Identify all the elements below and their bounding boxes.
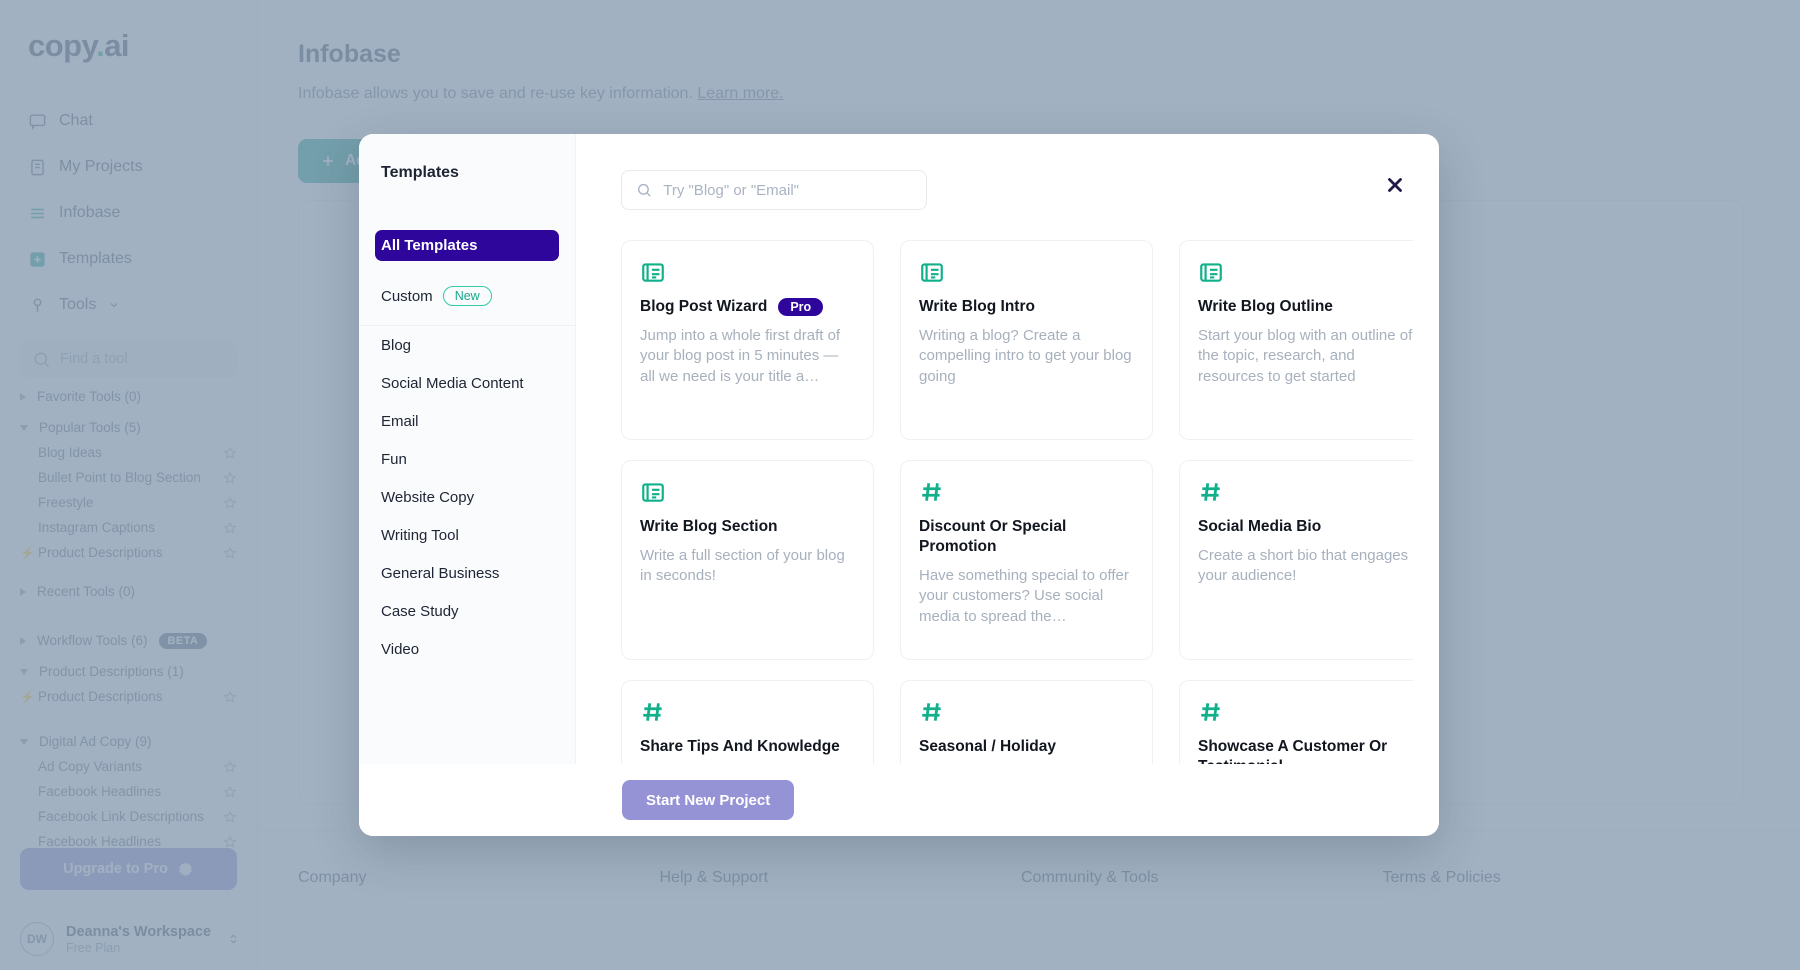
category-email[interactable]: Email (359, 402, 575, 440)
template-title: Showcase A Customer Or Testimonial (1198, 737, 1413, 764)
category-label: Custom (381, 288, 433, 305)
category-label: Email (381, 413, 419, 430)
category-video[interactable]: Video (359, 630, 575, 668)
template-title: Write Blog Intro (919, 297, 1035, 317)
template-grid: Blog Post Wizard Pro Jump into a whole f… (621, 240, 1413, 764)
template-description: Start your blog with an outline of the t… (1198, 326, 1413, 388)
category-website-copy[interactable]: Website Copy (359, 478, 575, 516)
category-case-study[interactable]: Case Study (359, 592, 575, 630)
category-writing-tool[interactable]: Writing Tool (359, 516, 575, 554)
new-badge: New (443, 286, 492, 306)
category-general-business[interactable]: General Business (359, 554, 575, 592)
category-label: General Business (381, 565, 499, 582)
article-icon (1198, 259, 1224, 285)
category-label: All Templates (381, 237, 477, 254)
start-new-project-button[interactable]: Start New Project (622, 780, 794, 820)
category-blog[interactable]: Blog (359, 326, 575, 364)
template-title: Share Tips And Knowledge (640, 737, 840, 757)
category-label: Writing Tool (381, 527, 459, 544)
template-card[interactable]: Showcase A Customer Or Testimonial (1179, 680, 1413, 764)
modal-body: Blog Post Wizard Pro Jump into a whole f… (576, 134, 1439, 836)
template-description: Have something special to offer your cus… (919, 566, 1134, 628)
template-title: Write Blog Section (640, 517, 778, 537)
template-card[interactable]: Discount Or Special Promotion Have somet… (900, 460, 1153, 660)
category-custom[interactable]: Custom New (359, 286, 575, 306)
templates-modal: Templates All Templates Custom New Blog … (359, 134, 1439, 836)
category-label: Social Media Content (381, 375, 524, 392)
category-social-media-content[interactable]: Social Media Content (359, 364, 575, 402)
template-card[interactable]: Share Tips And Knowledge (621, 680, 874, 764)
category-label: Blog (381, 337, 411, 354)
hash-icon (1198, 479, 1224, 505)
template-title: Write Blog Outline (1198, 297, 1333, 317)
close-icon (1384, 174, 1406, 196)
category-label: Video (381, 641, 419, 658)
close-modal-button[interactable] (1381, 171, 1409, 199)
template-title: Blog Post Wizard (640, 297, 767, 317)
modal-title: Templates (359, 164, 575, 182)
template-title: Social Media Bio (1198, 517, 1321, 537)
hash-icon (919, 479, 945, 505)
category-all-templates[interactable]: All Templates (375, 230, 559, 261)
article-icon (640, 259, 666, 285)
template-description: Create a short bio that engages your aud… (1198, 546, 1413, 587)
modal-footer: Start New Project (359, 764, 1439, 836)
category-fun[interactable]: Fun (359, 440, 575, 478)
template-card[interactable]: Write Blog Outline Start your blog with … (1179, 240, 1413, 440)
category-label: Website Copy (381, 489, 474, 506)
hash-icon (919, 699, 945, 725)
screen: copy.ai Chat My Projects Infobase Temp (0, 0, 1800, 970)
template-card[interactable]: Blog Post Wizard Pro Jump into a whole f… (621, 240, 874, 440)
hash-icon (640, 699, 666, 725)
template-grid-viewport[interactable]: Blog Post Wizard Pro Jump into a whole f… (621, 240, 1413, 764)
hash-icon (1198, 699, 1224, 725)
template-card[interactable]: Write Blog Intro Writing a blog? Create … (900, 240, 1153, 440)
pro-badge: Pro (778, 298, 823, 316)
template-description: Jump into a whole first draft of your bl… (640, 326, 855, 388)
template-card[interactable]: Write Blog Section Write a full section … (621, 460, 874, 660)
template-description: Writing a blog? Create a compelling intr… (919, 326, 1134, 388)
template-title: Discount Or Special Promotion (919, 517, 1134, 557)
category-label: Case Study (381, 603, 459, 620)
search-icon (636, 181, 652, 199)
template-search[interactable] (621, 170, 927, 210)
template-card[interactable]: Social Media Bio Create a short bio that… (1179, 460, 1413, 660)
template-search-wrap (576, 134, 1439, 210)
article-icon (919, 259, 945, 285)
category-label: Fun (381, 451, 407, 468)
modal-sidebar: Templates All Templates Custom New Blog … (359, 134, 576, 836)
template-card[interactable]: Seasonal / Holiday (900, 680, 1153, 764)
template-search-input[interactable] (663, 182, 912, 199)
template-description: Write a full section of your blog in sec… (640, 546, 855, 587)
template-title: Seasonal / Holiday (919, 737, 1056, 757)
article-icon (640, 479, 666, 505)
